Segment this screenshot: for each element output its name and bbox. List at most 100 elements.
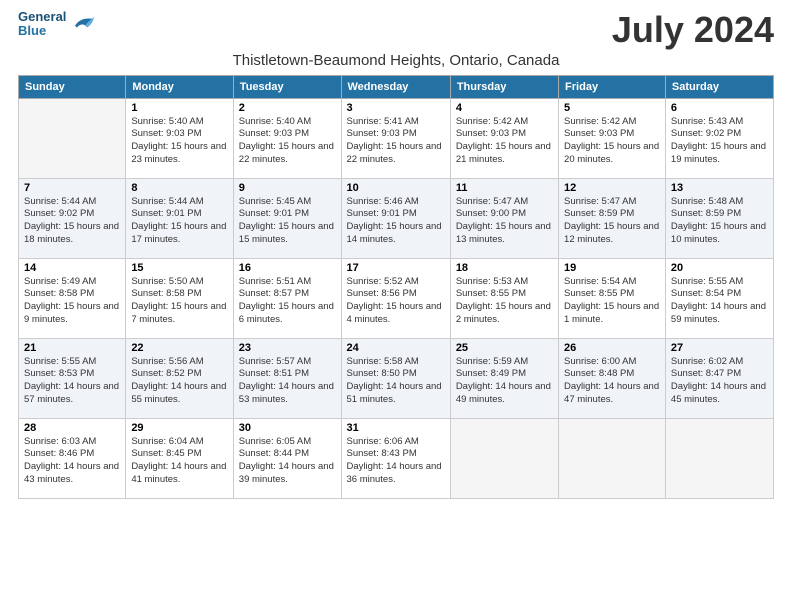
day-detail: Sunrise: 5:55 AMSunset: 8:53 PMDaylight:…: [24, 356, 120, 407]
calendar-day-cell: 17Sunrise: 5:52 AMSunset: 8:56 PMDayligh…: [341, 258, 450, 338]
day-number: 31: [347, 422, 445, 434]
title-block: July 2024: [612, 10, 774, 50]
day-number: 13: [671, 182, 768, 194]
logo-icon: [68, 10, 96, 38]
calendar-day-cell: 6Sunrise: 5:43 AMSunset: 9:02 PMDaylight…: [665, 98, 773, 178]
calendar-day-cell: 5 Sunrise: 5:42 AMSunset: 9:03 PMDaylight…: [559, 98, 666, 178]
calendar-day-cell: 3Sunrise: 5:41 AMSunset: 9:03 PMDaylight…: [341, 98, 450, 178]
calendar-day-cell: 19 Sunrise: 5:54 AMSunset: 8:55 PMDayligh…: [559, 258, 666, 338]
calendar-header-monday: Monday: [126, 75, 233, 98]
calendar-day-cell: 9Sunrise: 5:45 AMSunset: 9:01 PMDaylight…: [233, 178, 341, 258]
calendar-week-row: 21 Sunrise: 5:55 AMSunset: 8:53 PMDayligh…: [19, 338, 774, 418]
day-number: 6: [671, 102, 768, 114]
day-detail: Sunrise: 6:06 AMSunset: 8:43 PMDaylight:…: [347, 436, 445, 487]
day-detail: Sunrise: 5:46 AMSunset: 9:01 PMDaylight:…: [347, 196, 445, 247]
calendar-day-cell: 18 Sunrise: 5:53 AMSunset: 8:55 PMDayligh…: [450, 258, 558, 338]
day-number: 16: [239, 262, 336, 274]
day-detail: Sunrise: 6:04 AMSunset: 8:45 PMDaylight:…: [131, 436, 227, 487]
page: GeneralBlue July 2024 Thistletown-Beaumo…: [0, 0, 792, 509]
day-number: 25: [456, 342, 553, 354]
calendar-day-cell: [450, 418, 558, 498]
calendar-header-row: SundayMondayTuesdayWednesdayThursdayFrid…: [19, 75, 774, 98]
day-detail: Sunrise: 5:47 AMSunset: 9:00 PMDaylight:…: [456, 196, 553, 247]
day-number: 10: [347, 182, 445, 194]
day-detail: Sunrise: 5:53 AMSunset: 8:55 PMDaylight:…: [456, 276, 553, 327]
calendar-day-cell: [665, 418, 773, 498]
day-detail: Sunrise: 5:49 AMSunset: 8:58 PMDaylight:…: [24, 276, 120, 327]
calendar-day-cell: 2 Sunrise: 5:40 AMSunset: 9:03 PMDaylight…: [233, 98, 341, 178]
calendar-header-saturday: Saturday: [665, 75, 773, 98]
day-number: 2: [239, 102, 336, 114]
day-number: 14: [24, 262, 120, 274]
day-number: 12: [564, 182, 660, 194]
calendar-day-cell: 27Sunrise: 6:02 AMSunset: 8:47 PMDayligh…: [665, 338, 773, 418]
calendar-day-cell: 23Sunrise: 5:57 AMSunset: 8:51 PMDayligh…: [233, 338, 341, 418]
calendar-day-cell: 15Sunrise: 5:50 AMSunset: 8:58 PMDayligh…: [126, 258, 233, 338]
day-detail: Sunrise: 5:50 AMSunset: 8:58 PMDaylight:…: [131, 276, 227, 327]
day-detail: Sunrise: 5:44 AMSunset: 9:01 PMDaylight:…: [131, 196, 227, 247]
day-detail: Sunrise: 5:44 AMSunset: 9:02 PMDaylight:…: [24, 196, 120, 247]
calendar-day-cell: 13Sunrise: 5:48 AMSunset: 8:59 PMDayligh…: [665, 178, 773, 258]
calendar-header-friday: Friday: [559, 75, 666, 98]
calendar-day-cell: 29 Sunrise: 6:04 AMSunset: 8:45 PMDayligh…: [126, 418, 233, 498]
day-detail: Sunrise: 5:42 AMSunset: 9:03 PMDaylight:…: [564, 116, 660, 167]
day-number: 23: [239, 342, 336, 354]
day-detail: Sunrise: 6:02 AMSunset: 8:47 PMDaylight:…: [671, 356, 768, 407]
day-number: 4: [456, 102, 553, 114]
calendar-day-cell: [19, 98, 126, 178]
calendar-header-wednesday: Wednesday: [341, 75, 450, 98]
day-detail: Sunrise: 5:51 AMSunset: 8:57 PMDaylight:…: [239, 276, 336, 327]
day-detail: Sunrise: 6:05 AMSunset: 8:44 PMDaylight:…: [239, 436, 336, 487]
day-detail: Sunrise: 5:56 AMSunset: 8:52 PMDaylight:…: [131, 356, 227, 407]
day-number: 8: [131, 182, 227, 194]
calendar: SundayMondayTuesdayWednesdayThursdayFrid…: [18, 75, 774, 499]
day-detail: Sunrise: 5:55 AMSunset: 8:54 PMDaylight:…: [671, 276, 768, 327]
day-number: 26: [564, 342, 660, 354]
calendar-day-cell: 28Sunrise: 6:03 AMSunset: 8:46 PMDayligh…: [19, 418, 126, 498]
calendar-day-cell: [559, 418, 666, 498]
day-number: 24: [347, 342, 445, 354]
logo-text: GeneralBlue: [18, 10, 66, 39]
calendar-week-row: 1 Sunrise: 5:40 AMSunset: 9:03 PMDaylight…: [19, 98, 774, 178]
calendar-week-row: 7 Sunrise: 5:44 AMSunset: 9:02 PMDaylight…: [19, 178, 774, 258]
day-detail: Sunrise: 5:47 AMSunset: 8:59 PMDaylight:…: [564, 196, 660, 247]
calendar-header-thursday: Thursday: [450, 75, 558, 98]
calendar-day-cell: 14 Sunrise: 5:49 AMSunset: 8:58 PMDayligh…: [19, 258, 126, 338]
day-number: 18: [456, 262, 553, 274]
calendar-day-cell: 4 Sunrise: 5:42 AMSunset: 9:03 PMDaylight…: [450, 98, 558, 178]
main-title: July 2024: [612, 10, 774, 50]
calendar-day-cell: 10 Sunrise: 5:46 AMSunset: 9:01 PMDayligh…: [341, 178, 450, 258]
calendar-day-cell: 7 Sunrise: 5:44 AMSunset: 9:02 PMDaylight…: [19, 178, 126, 258]
day-number: 11: [456, 182, 553, 194]
day-number: 3: [347, 102, 445, 114]
day-number: 1: [131, 102, 227, 114]
calendar-day-cell: 12 Sunrise: 5:47 AMSunset: 8:59 PMDayligh…: [559, 178, 666, 258]
calendar-day-cell: 22 Sunrise: 5:56 AMSunset: 8:52 PMDayligh…: [126, 338, 233, 418]
day-detail: Sunrise: 5:42 AMSunset: 9:03 PMDaylight:…: [456, 116, 553, 167]
calendar-day-cell: 8 Sunrise: 5:44 AMSunset: 9:01 PMDaylight…: [126, 178, 233, 258]
calendar-day-cell: 11 Sunrise: 5:47 AMSunset: 9:00 PMDayligh…: [450, 178, 558, 258]
day-number: 29: [131, 422, 227, 434]
subtitle: Thistletown-Beaumond Heights, Ontario, C…: [18, 52, 774, 69]
calendar-day-cell: 31 Sunrise: 6:06 AMSunset: 8:43 PMDayligh…: [341, 418, 450, 498]
day-number: 22: [131, 342, 227, 354]
day-detail: Sunrise: 6:03 AMSunset: 8:46 PMDaylight:…: [24, 436, 120, 487]
day-detail: Sunrise: 5:40 AMSunset: 9:03 PMDaylight:…: [131, 116, 227, 167]
calendar-day-cell: 30 Sunrise: 6:05 AMSunset: 8:44 PMDayligh…: [233, 418, 341, 498]
day-number: 19: [564, 262, 660, 274]
day-number: 21: [24, 342, 120, 354]
calendar-week-row: 28Sunrise: 6:03 AMSunset: 8:46 PMDayligh…: [19, 418, 774, 498]
day-number: 20: [671, 262, 768, 274]
day-number: 30: [239, 422, 336, 434]
day-number: 17: [347, 262, 445, 274]
calendar-day-cell: 16 Sunrise: 5:51 AMSunset: 8:57 PMDayligh…: [233, 258, 341, 338]
calendar-day-cell: 25Sunrise: 5:59 AMSunset: 8:49 PMDayligh…: [450, 338, 558, 418]
calendar-week-row: 14 Sunrise: 5:49 AMSunset: 8:58 PMDayligh…: [19, 258, 774, 338]
day-number: 5: [564, 102, 660, 114]
day-number: 7: [24, 182, 120, 194]
calendar-day-cell: 26 Sunrise: 6:00 AMSunset: 8:48 PMDayligh…: [559, 338, 666, 418]
day-detail: Sunrise: 5:45 AMSunset: 9:01 PMDaylight:…: [239, 196, 336, 247]
day-detail: Sunrise: 6:00 AMSunset: 8:48 PMDaylight:…: [564, 356, 660, 407]
day-detail: Sunrise: 5:54 AMSunset: 8:55 PMDaylight:…: [564, 276, 660, 327]
day-detail: Sunrise: 5:40 AMSunset: 9:03 PMDaylight:…: [239, 116, 336, 167]
